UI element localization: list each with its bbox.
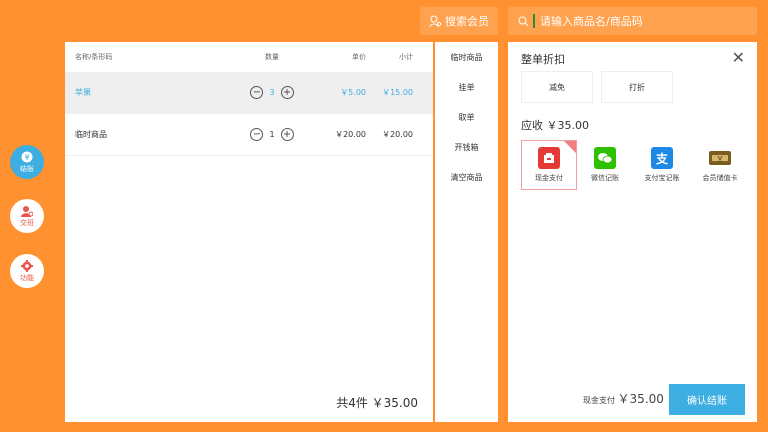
header-subtotal: 小计 — [399, 53, 413, 61]
pay-method-wechat[interactable]: 微信记账 — [577, 140, 633, 190]
item-subtotal: ￥20.00 — [382, 130, 413, 139]
nav-shift-button[interactable]: 交班 — [10, 199, 44, 233]
nav-checkout-label: 结账 — [20, 164, 34, 173]
pay-method-label: 会员储值卡 — [702, 174, 738, 182]
pay-method-alipay[interactable]: 支 支付宝记账 — [633, 140, 691, 190]
item-name: 苹果 — [75, 88, 91, 97]
selected-method-name: 现金支付 — [583, 396, 615, 405]
pay-method-label: 微信记账 — [591, 174, 619, 182]
clear-items-button[interactable]: 清空商品 — [435, 162, 498, 192]
pay-method-cash[interactable]: 现金支付 — [521, 140, 577, 190]
nav-functions-button[interactable]: 功能 — [10, 254, 44, 288]
quantity-stepper: − 1 + — [233, 128, 311, 141]
open-drawer-button[interactable]: 开钱箱 — [435, 132, 498, 162]
nav-shift-label: 交班 — [20, 218, 34, 227]
item-qty: 3 — [269, 88, 275, 97]
header-price: 单价 — [352, 53, 366, 61]
pay-method-label: 现金支付 — [535, 174, 563, 182]
cart-row[interactable]: 苹果 − 3 + ￥5.00 ￥15.00 — [65, 72, 433, 114]
search-member-label: 搜索会员 — [445, 15, 489, 28]
item-price: ￥20.00 — [335, 130, 366, 139]
header-qty: 数量 — [265, 53, 279, 61]
selected-corner-icon — [564, 141, 576, 153]
discount-title: 整单折扣 — [521, 53, 565, 66]
plus-icon[interactable]: + — [280, 86, 294, 99]
retrieve-order-button[interactable]: 取单 — [435, 102, 498, 132]
confirm-checkout-button[interactable]: 确认结账 — [669, 384, 745, 415]
member-search-icon — [429, 15, 442, 27]
item-name: 临时商品 — [75, 130, 107, 139]
nav-functions-label: 功能 — [20, 273, 34, 282]
reduce-button[interactable]: 减免 — [521, 71, 593, 103]
cart-panel: 名称/条形码 数量 单价 小计 苹果 − 3 + ￥5.00 ￥15.00 临时… — [65, 42, 433, 422]
close-icon[interactable]: ✕ — [732, 48, 745, 67]
discount-button[interactable]: 打折 — [601, 71, 673, 103]
cart-row[interactable]: 临时商品 − 1 + ￥20.00 ￥20.00 — [65, 114, 433, 156]
yen-coin-icon: ¥ — [21, 151, 33, 162]
person-icon — [21, 205, 33, 217]
item-subtotal: ￥15.00 — [382, 88, 413, 97]
temp-item-button[interactable]: 临时商品 — [435, 42, 498, 72]
search-member-button[interactable]: 搜索会员 — [420, 7, 498, 35]
side-actions-panel: 临时商品 挂单 取单 开钱箱 清空商品 — [435, 42, 498, 422]
item-price: ￥5.00 — [340, 88, 366, 97]
product-search-input[interactable]: 请输入商品名/商品码 — [508, 7, 757, 35]
payment-amount: ￥35.00 — [617, 392, 664, 406]
gear-icon — [21, 259, 33, 272]
selected-payment-summary: 现金支付 ￥35.00 — [583, 390, 664, 407]
minus-icon[interactable]: − — [250, 86, 264, 99]
plus-icon[interactable]: + — [280, 128, 294, 141]
text-cursor — [533, 14, 535, 28]
cart-total: 共4件 ￥35.00 — [336, 396, 418, 410]
quantity-stepper: − 3 + — [233, 86, 311, 99]
cart-header: 名称/条形码 数量 单价 小计 — [65, 42, 433, 72]
pay-method-member-card[interactable]: 会员储值卡 — [691, 140, 749, 190]
payment-panel: 整单折扣 ✕ 减免 打折 应收 ￥35.00 现金支付 微信记账 支 支付宝记账… — [508, 42, 757, 422]
amount-due: 应收 ￥35.00 — [521, 119, 589, 132]
member-card-icon — [709, 147, 731, 169]
header-name: 名称/条形码 — [75, 53, 113, 61]
wechat-icon — [594, 147, 616, 169]
search-icon — [518, 16, 529, 26]
pay-method-label: 支付宝记账 — [644, 174, 680, 182]
svg-text:¥: ¥ — [24, 153, 29, 162]
hold-order-button[interactable]: 挂单 — [435, 72, 498, 102]
item-qty: 1 — [269, 130, 275, 139]
cash-icon — [538, 147, 560, 169]
search-placeholder: 请输入商品名/商品码 — [540, 15, 643, 28]
minus-icon[interactable]: − — [250, 128, 264, 141]
nav-checkout-button[interactable]: ¥ 结账 — [10, 145, 44, 179]
alipay-icon: 支 — [651, 147, 673, 169]
